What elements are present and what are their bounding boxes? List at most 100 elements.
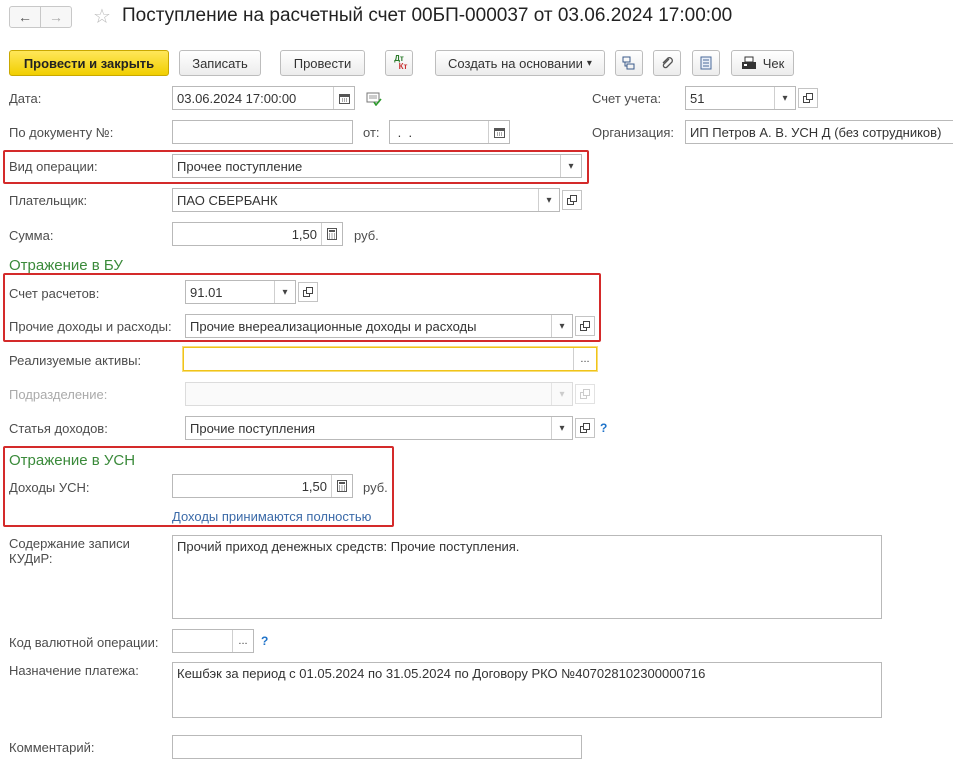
from-date-value: . . xyxy=(394,124,413,140)
department-select: ▾ xyxy=(185,382,573,406)
open-form-icon xyxy=(567,195,577,205)
department-label: Подразделение: xyxy=(9,387,108,402)
open-form-icon xyxy=(580,389,590,399)
save-button[interactable]: Записать xyxy=(179,50,261,76)
window-title: Поступление на расчетный счет 00БП-00003… xyxy=(122,5,733,26)
date-input[interactable]: 03.06.2024 17:00:00 xyxy=(172,86,355,110)
account-select[interactable]: 51 ▾ xyxy=(685,86,796,110)
paperclip-icon xyxy=(662,57,673,69)
open-settle-account-button[interactable] xyxy=(298,282,318,302)
organization-label: Организация: xyxy=(592,125,675,140)
sum-value: 1,50 xyxy=(291,226,317,242)
operation-label: Вид операции: xyxy=(9,159,98,174)
help-icon[interactable]: ? xyxy=(261,634,268,648)
settle-account-select[interactable]: 91.01 ▾ xyxy=(185,280,296,304)
chevron-down-icon[interactable]: ▾ xyxy=(538,189,559,211)
structure-button[interactable] xyxy=(615,50,643,76)
doc-number-input[interactable] xyxy=(172,120,353,144)
kudir-textarea[interactable]: Прочий приход денежных средств: Прочие п… xyxy=(172,535,882,619)
currency-op-select-button[interactable]: ... xyxy=(232,630,253,652)
settle-account-label: Счет расчетов: xyxy=(9,286,100,301)
usn-income-value: 1,50 xyxy=(301,478,327,494)
from-label: от: xyxy=(363,125,380,140)
open-form-icon xyxy=(803,93,813,103)
comment-input[interactable] xyxy=(172,735,582,759)
attach-button[interactable] xyxy=(653,50,681,76)
document-list-icon xyxy=(700,56,712,70)
other-income-value: Прочие внереализационные доходы и расход… xyxy=(190,318,477,334)
kudir-label: Содержание записи КУДиР: xyxy=(9,536,130,566)
chevron-down-icon: ▾ xyxy=(586,57,592,69)
from-date-input[interactable]: . . xyxy=(389,120,510,144)
arrow-right-icon: → xyxy=(49,9,63,25)
currency-op-input[interactable]: ... xyxy=(172,629,254,653)
report-button[interactable] xyxy=(692,50,720,76)
payer-label: Плательщик: xyxy=(9,193,88,208)
payer-select[interactable]: ПАО СБЕРБАНК ▾ xyxy=(172,188,560,212)
sum-label: Сумма: xyxy=(9,228,54,243)
post-button[interactable]: Провести xyxy=(280,50,365,76)
other-income-select[interactable]: Прочие внереализационные доходы и расход… xyxy=(185,314,573,338)
kt-icon: Кт xyxy=(398,62,408,71)
usn-section-heading: Отражение в УСН xyxy=(9,452,136,469)
purpose-textarea[interactable]: Кешбэк за период с 01.05.2024 по 31.05.2… xyxy=(172,662,882,718)
chevron-down-icon[interactable]: ▾ xyxy=(774,87,795,109)
usn-income-input[interactable]: 1,50 xyxy=(172,474,353,498)
date-label: Дата: xyxy=(9,91,42,106)
account-label: Счет учета: xyxy=(592,91,662,106)
open-form-icon xyxy=(580,423,590,433)
document-status-icon xyxy=(366,92,382,109)
chevron-down-icon[interactable]: ▾ xyxy=(274,281,295,303)
income-article-value: Прочие поступления xyxy=(190,420,316,436)
income-article-label: Статья доходов: xyxy=(9,421,108,436)
organization-value: ИП Петров А. В. УСН Д (без сотрудников) xyxy=(690,124,942,140)
sum-unit: руб. xyxy=(354,228,379,243)
receipt-label: Чек xyxy=(762,55,785,71)
help-icon[interactable]: ? xyxy=(600,421,607,435)
open-department-button xyxy=(575,384,595,404)
assets-input[interactable]: ... xyxy=(183,347,597,371)
dt-kt-button[interactable]: Дт Кт xyxy=(385,50,413,76)
bu-section-heading: Отражение в БУ xyxy=(9,257,123,274)
chevron-down-icon: ▾ xyxy=(551,383,572,405)
operation-value: Прочее поступление xyxy=(177,158,303,174)
assets-select-button[interactable]: ... xyxy=(573,348,596,370)
account-value: 51 xyxy=(690,90,705,106)
operation-select[interactable]: Прочее поступление ▾ xyxy=(172,154,582,178)
create-based-on-button[interactable]: Создать на основании ▾ xyxy=(435,50,605,76)
forward-button[interactable]: → xyxy=(40,6,72,28)
settle-account-value: 91.01 xyxy=(190,284,223,300)
post-and-close-button[interactable]: Провести и закрыть xyxy=(9,50,169,76)
chevron-down-icon[interactable]: ▾ xyxy=(560,155,581,177)
currency-op-label: Код валютной операции: xyxy=(9,635,159,650)
create-based-on-label: Создать на основании xyxy=(448,55,583,71)
usn-income-label: Доходы УСН: xyxy=(9,480,90,495)
usn-income-note-link[interactable]: Доходы принимаются полностью xyxy=(172,509,371,524)
chevron-down-icon[interactable]: ▾ xyxy=(551,315,572,337)
assets-label: Реализуемые активы: xyxy=(9,353,142,368)
date-value: 03.06.2024 17:00:00 xyxy=(177,90,297,106)
chevron-down-icon[interactable]: ▾ xyxy=(551,417,572,439)
open-payer-button[interactable] xyxy=(562,190,582,210)
favorite-star-icon[interactable]: ☆ xyxy=(93,4,111,29)
open-other-income-button[interactable] xyxy=(575,316,595,336)
usn-income-unit: руб. xyxy=(363,480,388,495)
hierarchy-icon xyxy=(622,56,635,70)
calendar-icon[interactable] xyxy=(488,121,509,143)
calendar-icon[interactable] xyxy=(333,87,354,109)
organization-select[interactable]: ИП Петров А. В. УСН Д (без сотрудников) xyxy=(685,120,953,144)
receipt-button[interactable]: Чек xyxy=(731,50,794,76)
arrow-left-icon: ← xyxy=(18,9,32,25)
open-form-icon xyxy=(303,287,313,297)
purpose-label: Назначение платежа: xyxy=(9,663,139,678)
cash-register-icon xyxy=(741,56,756,69)
open-form-icon xyxy=(580,321,590,331)
back-button[interactable]: ← xyxy=(9,6,41,28)
open-account-button[interactable] xyxy=(798,88,818,108)
doc-number-label: По документу №: xyxy=(9,125,114,140)
calculator-icon[interactable] xyxy=(321,223,342,245)
sum-input[interactable]: 1,50 xyxy=(172,222,343,246)
open-income-article-button[interactable] xyxy=(575,418,595,438)
calculator-icon[interactable] xyxy=(331,475,352,497)
income-article-select[interactable]: Прочие поступления ▾ xyxy=(185,416,573,440)
